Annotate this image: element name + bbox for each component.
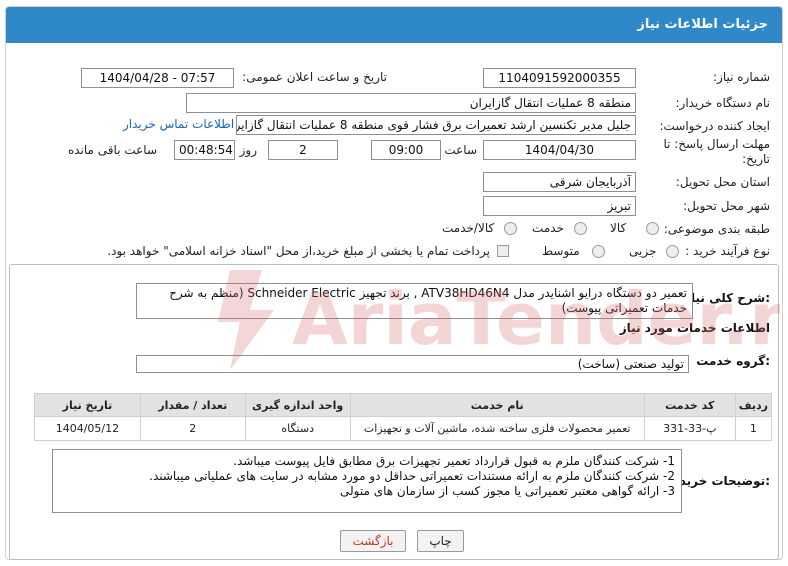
buyer-notes-label: توضیحات خریدار: [668,474,770,488]
requester-label: ایجاد کننده درخواست: [659,119,770,133]
buyer-notes-field[interactable]: 1- شرکت کنندگان ملزم به قبول قرارداد تعم… [52,449,682,513]
print-button[interactable]: چاپ [417,530,464,552]
services-section-title: اطلاعات خدمات مورد نیاز [619,321,770,335]
need-number-field[interactable]: 1104091592000355 [483,68,636,88]
buyer-org-field[interactable]: منطقه 8 عملیات انتقال گازایران [186,93,636,113]
announce-datetime-label: تاریخ و ساعت اعلان عمومی: [242,70,387,84]
back-button[interactable]: بازگشت [340,530,406,552]
buyer-note-1: 1- شرکت کنندگان ملزم به قبول قرارداد تعم… [233,454,675,468]
province-field[interactable]: آذربایجان شرقی [483,172,636,192]
col-need-date: تاریخ نیاز [34,393,141,417]
header-bar: جزئیات اطلاعات نیاز [6,7,782,43]
city-field[interactable]: تبریز [483,196,636,216]
remaining-time-field[interactable]: 00:48:54 [174,140,235,160]
buyer-org-label: نام دستگاه خریدار: [675,96,771,110]
deadline-time-label: ساعت [444,143,477,157]
table-row[interactable]: 1 پ-33-331 تعمیر محصولات فلزی ساخته شده،… [34,416,773,441]
general-desc-field[interactable]: تعمیر دو دستگاه درایو اشنایدر مدل ATV38H… [136,283,693,319]
buyer-note-2: 2- شرکت کنندگان ملزم به ارائه مستندات تع… [149,469,675,483]
process-radio-medium[interactable] [592,245,605,258]
category-option-goods-service: کالا/خدمت [442,221,495,235]
need-date: 1404/05/12 [34,416,141,441]
process-option-medium: متوسط [542,244,580,258]
col-service-name: نام خدمت [349,393,645,417]
col-quantity: تعداد / مقدار [139,393,246,417]
row-number: 1 [734,416,773,441]
service-code: پ-33-331 [643,416,736,441]
col-service-code: کد خدمت [643,393,736,417]
announce-datetime-field[interactable]: 1404/04/28 - 07:57 [81,68,234,88]
general-desc-label: شرح کلی نیاز: [684,291,770,305]
treasury-checkbox[interactable] [497,245,509,257]
need-details-panel: شرح کلی نیاز: تعمیر دو دستگاه درایو اشنا… [9,264,779,560]
remaining-days-field[interactable]: 2 [268,140,338,160]
category-option-goods: کالا [610,221,627,235]
col-unit: واحد اندازه گیری [244,393,351,417]
process-label: نوع فرآیند خرید : [685,244,770,258]
col-row: ردیف [734,393,773,417]
process-option-minor: جزیی [629,244,657,258]
buyer-contact-link[interactable]: اطلاعات تماس خریدار [123,117,234,131]
deadline-date-field[interactable]: 1404/04/30 [483,140,636,160]
quantity: 2 [139,416,246,441]
city-label: شهر محل تحویل: [683,199,770,213]
service-group-label: گروه خدمت: [696,354,770,368]
requester-field[interactable]: جلیل مدیر تکنسین ارشد تعمیرات برق فشار ق… [236,115,636,135]
page-title: جزئیات اطلاعات نیاز [637,17,768,32]
deadline-label-date: تاریخ: [742,152,770,166]
category-label: طبقه بندی موضوعی: [663,222,770,236]
category-radio-service[interactable] [574,222,587,235]
remaining-label: ساعت باقی مانده [67,143,157,157]
category-radio-goods[interactable] [646,222,659,235]
services-table-header: ردیف کد خدمت نام خدمت واحد اندازه گیری ت… [34,393,773,417]
service-name: تعمیر محصولات فلزی ساخته شده، ماشین آلات… [349,416,645,441]
deadline-label: مهلت ارسال پاسخ: تا [663,137,770,151]
need-number-label: شماره نیاز: [713,70,770,84]
process-radio-minor[interactable] [666,245,679,258]
unit: دستگاه [244,416,351,441]
category-option-service: خدمت [532,221,564,235]
services-table: ردیف کد خدمت نام خدمت واحد اندازه گیری ت… [34,393,773,441]
category-radio-goods-service[interactable] [504,222,517,235]
province-label: استان محل تحویل: [675,175,770,189]
service-group-field[interactable]: تولید صنعتی (ساخت) [136,355,689,373]
treasury-note: پرداخت تمام یا بخشی از مبلغ خرید،از محل … [107,244,490,258]
deadline-time-field[interactable]: 09:00 [371,140,441,160]
buyer-note-3: 3- ارائه گواهی معتبر تعمیراتی یا مجوز کس… [340,484,675,498]
